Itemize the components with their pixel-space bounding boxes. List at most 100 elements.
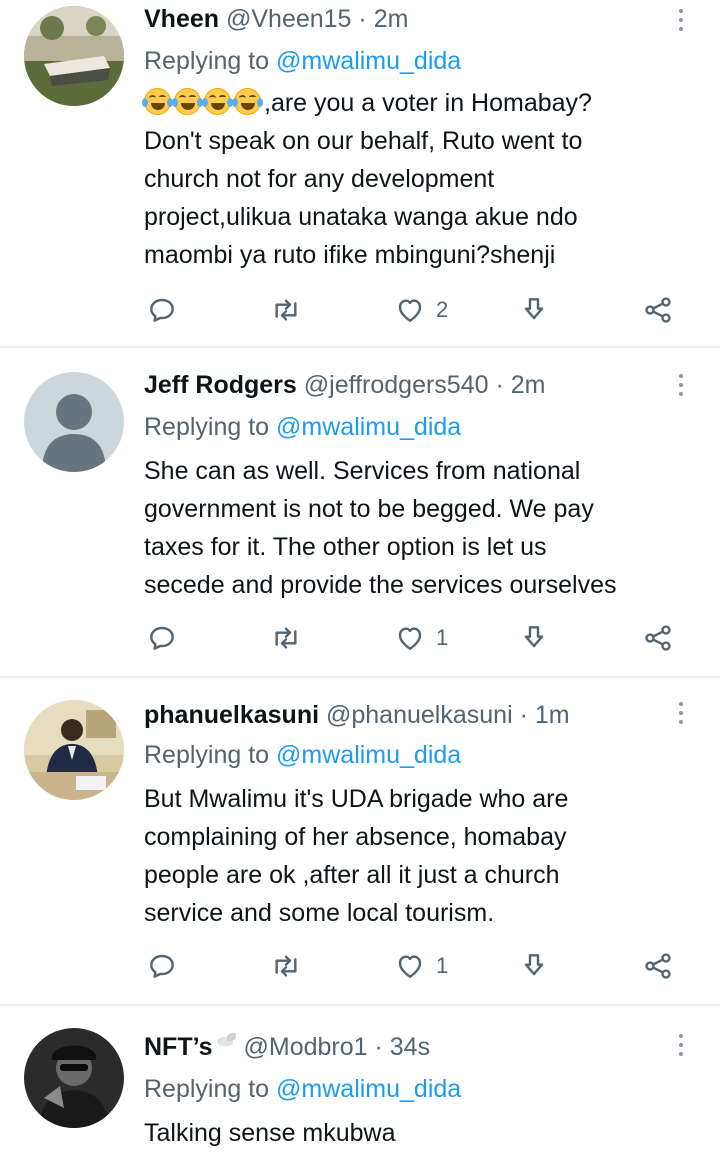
- timestamp[interactable]: 2m: [511, 371, 546, 399]
- bookmark-button[interactable]: [518, 620, 550, 656]
- heart-icon: [398, 627, 422, 650]
- tweet[interactable]: NFT’s @Modbro1 · 34s Replying to @mwalim…: [0, 1006, 720, 1164]
- like-count: 1: [436, 953, 449, 978]
- avatar[interactable]: [24, 700, 124, 800]
- tweet-header: phanuelkasuni @phanuelkasuni · 1m: [144, 698, 570, 732]
- share-icon: [645, 625, 671, 651]
- action-bar: 1: [0, 620, 720, 660]
- mention-link[interactable]: @mwalimu_dida: [276, 1075, 461, 1103]
- heart-icon: [398, 955, 422, 978]
- like-count: 2: [436, 297, 449, 322]
- tweet[interactable]: Jeff Rodgers @jeffrodgers540 · 2m Replyi…: [0, 348, 720, 676]
- retweet-button[interactable]: [270, 292, 302, 328]
- retweet-button[interactable]: [270, 620, 302, 656]
- separator: ·: [374, 1033, 383, 1061]
- tweet-text-line: complaining of her absence, homabay: [144, 823, 567, 851]
- tweet-text-line: service and some local tourism.: [144, 899, 495, 927]
- tweet-text-line: She can as well. Services from national: [144, 457, 581, 485]
- more-icon[interactable]: [672, 700, 690, 726]
- separator: ·: [358, 5, 367, 33]
- tweet-text-line: taxes for it. The other option is let us: [144, 533, 547, 561]
- bookmark-button[interactable]: [518, 292, 550, 328]
- share-button[interactable]: [642, 620, 674, 656]
- retweet-icon: [275, 627, 297, 649]
- replying-prefix: Replying to: [144, 741, 270, 769]
- retweet-button[interactable]: [270, 948, 302, 984]
- bookmark-icon: [524, 954, 544, 976]
- user-handle[interactable]: @phanuelkasuni: [326, 701, 513, 729]
- tweet[interactable]: Vheen @Vheen15 · 2m Replying to @mwalimu…: [0, 0, 720, 346]
- replying-to: Replying to @mwalimu_dida: [144, 410, 461, 444]
- reply-icon: [150, 298, 174, 322]
- reply-button[interactable]: [146, 292, 178, 328]
- photo-avatar-bw: [24, 1028, 124, 1128]
- avatar[interactable]: [24, 372, 124, 472]
- timestamp[interactable]: 2m: [374, 5, 409, 33]
- display-name[interactable]: NFT’s: [144, 1033, 237, 1061]
- tweet-text-line: Talking sense mkubwa: [144, 1119, 396, 1147]
- dove-emoji-icon: [215, 1033, 237, 1049]
- tweet-header: Jeff Rodgers @jeffrodgers540 · 2m: [144, 368, 546, 402]
- replying-to: Replying to @mwalimu_dida: [144, 44, 461, 78]
- avatar[interactable]: [24, 6, 124, 106]
- like-button[interactable]: 1: [394, 620, 448, 656]
- tweet-text: She can as well. Services from national …: [144, 452, 704, 604]
- tweet-text-line: people are ok ,after all it just a churc…: [144, 861, 560, 889]
- user-handle[interactable]: @jeffrodgers540: [304, 371, 489, 399]
- more-icon[interactable]: [672, 372, 690, 398]
- mention-link[interactable]: @mwalimu_dida: [276, 741, 461, 769]
- bookmark-button[interactable]: [518, 948, 550, 984]
- laughing-emoji-icon: [202, 88, 233, 115]
- laughing-emoji-icon: [232, 88, 263, 115]
- photo-avatar-office: [24, 700, 124, 800]
- more-icon[interactable]: [672, 1032, 690, 1058]
- tweet-header: NFT’s @Modbro1 · 34s: [144, 1030, 430, 1064]
- share-icon: [645, 953, 671, 979]
- replying-prefix: Replying to: [144, 1075, 270, 1103]
- tweet-text-line: maombi ya ruto ifike mbinguni?shenji: [144, 241, 556, 269]
- tweet-header: Vheen @Vheen15 · 2m: [144, 2, 408, 36]
- tweet-text-line: church not for any development: [144, 165, 495, 193]
- photo-avatar-outdoor: [24, 6, 124, 106]
- retweet-icon: [275, 299, 297, 321]
- emoji-group: [142, 88, 264, 117]
- reply-button[interactable]: [146, 620, 178, 656]
- share-icon: [645, 297, 671, 323]
- more-icon[interactable]: [672, 7, 690, 33]
- tweet-text-line: But Mwalimu it's UDA brigade who are: [144, 785, 569, 813]
- laughing-emoji-icon: [172, 88, 203, 115]
- share-button[interactable]: [642, 948, 674, 984]
- display-name[interactable]: phanuelkasuni: [144, 701, 319, 729]
- reply-icon: [150, 626, 174, 650]
- user-handle[interactable]: @Vheen15: [226, 5, 351, 33]
- tweet-text: But Mwalimu it's UDA brigade who are com…: [144, 780, 704, 932]
- tweet-text-line: government is not to be begged. We pay: [144, 495, 594, 523]
- bookmark-icon: [524, 298, 544, 320]
- tweet[interactable]: phanuelkasuni @phanuelkasuni · 1m Replyi…: [0, 678, 720, 1004]
- display-name[interactable]: Vheen: [144, 5, 219, 33]
- tweet-text-line: secede and provide the services ourselve…: [144, 571, 617, 599]
- timestamp[interactable]: 34s: [390, 1033, 430, 1061]
- user-handle[interactable]: @Modbro1: [243, 1033, 367, 1061]
- mention-link[interactable]: @mwalimu_dida: [276, 413, 461, 441]
- bookmark-icon: [524, 626, 544, 648]
- laughing-emoji-icon: [142, 88, 173, 115]
- mention-link[interactable]: @mwalimu_dida: [276, 47, 461, 75]
- replying-to: Replying to @mwalimu_dida: [144, 1072, 461, 1106]
- avatar[interactable]: [24, 1028, 124, 1128]
- tweet-text-line: Don't speak on our behalf, Ruto went to: [144, 127, 583, 155]
- separator: ·: [519, 701, 528, 729]
- share-button[interactable]: [642, 292, 674, 328]
- tweet-text-line: ,are you a voter in Homabay?: [142, 84, 704, 122]
- like-count: 1: [436, 625, 449, 650]
- separator: ·: [495, 371, 504, 399]
- action-bar: 1: [0, 948, 720, 988]
- replying-to: Replying to @mwalimu_dida: [144, 738, 461, 772]
- like-button[interactable]: 1: [394, 948, 448, 984]
- reply-button[interactable]: [146, 948, 178, 984]
- like-button[interactable]: 2: [394, 292, 448, 328]
- display-name[interactable]: Jeff Rodgers: [144, 371, 297, 399]
- timestamp[interactable]: 1m: [535, 701, 570, 729]
- retweet-icon: [275, 955, 297, 977]
- default-avatar-icon: [24, 372, 124, 472]
